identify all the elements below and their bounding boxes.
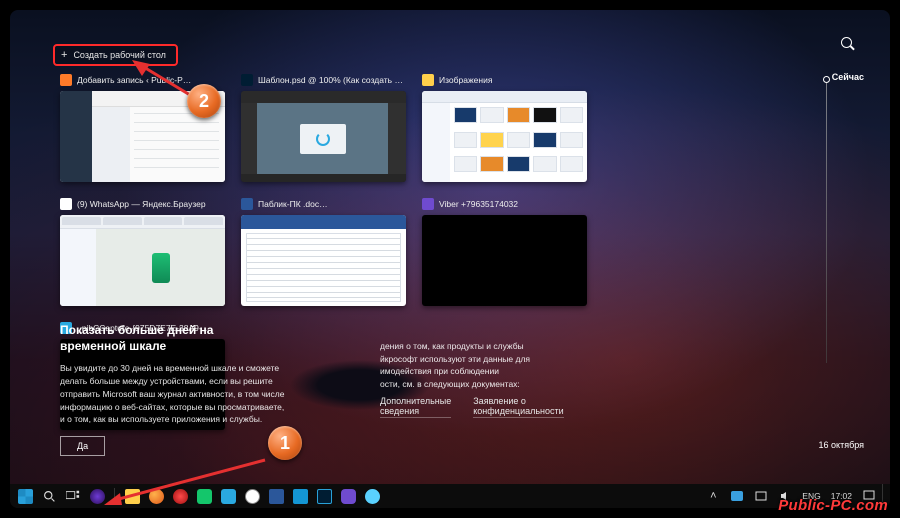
- task-tile-1[interactable]: Шаблон.psd @ 100% (Как создать несколь…: [241, 72, 406, 182]
- taskbar-app-9[interactable]: [289, 486, 311, 506]
- tray-network-icon[interactable]: [750, 486, 772, 506]
- tray-printer-icon[interactable]: [726, 486, 748, 506]
- plus-icon: +: [61, 50, 67, 61]
- prompt-link-more[interactable]: Дополнительные сведения: [380, 396, 451, 418]
- task-tile-2[interactable]: Изображения: [422, 72, 587, 182]
- tile-title: (9) WhatsApp — Яндекс.Браузер: [77, 199, 225, 209]
- prompt-link-privacy[interactable]: Заявление о конфиденциальности: [473, 396, 563, 418]
- photoshop-icon: [241, 74, 253, 86]
- timeline-axis[interactable]: [826, 83, 827, 363]
- yandex-icon: [60, 198, 72, 210]
- search-icon[interactable]: [840, 36, 856, 52]
- explorer-icon: [422, 74, 434, 86]
- taskbar-viber[interactable]: [337, 486, 359, 506]
- task-tile-3[interactable]: (9) WhatsApp — Яндекс.Браузер: [60, 196, 225, 306]
- annotation-badge-2: 2: [187, 84, 221, 118]
- word-icon: [241, 198, 253, 210]
- watermark: Public-PC.com: [778, 497, 888, 514]
- taskbar-app-12[interactable]: [361, 486, 383, 506]
- timeline-now-label: Сейчас: [832, 72, 864, 82]
- tile-title: Изображения: [439, 75, 587, 85]
- prompt-title: Показать больше дней на временной шкале: [60, 322, 260, 354]
- tile-title: Паблик-ПК .doc…: [258, 199, 406, 209]
- task-tile-4[interactable]: Паблик-ПК .doc…: [241, 196, 406, 306]
- timeline-date: 16 октября: [819, 440, 864, 450]
- timeline-dot[interactable]: [823, 76, 830, 83]
- tile-title: Шаблон.psd @ 100% (Как создать несколь…: [258, 75, 406, 85]
- viber-icon: [422, 198, 434, 210]
- annotation-arrow-1: [100, 455, 280, 508]
- prompt-yes-button[interactable]: Да: [60, 436, 105, 456]
- prompt-body-right: дения о том, как продукты и службы йкрос…: [380, 340, 590, 391]
- task-view-button[interactable]: [62, 486, 84, 506]
- search-button[interactable]: [38, 486, 60, 506]
- start-button[interactable]: [14, 486, 36, 506]
- taskbar-photoshop[interactable]: [313, 486, 335, 506]
- task-tile-5[interactable]: Viber +79635174032: [422, 196, 587, 306]
- firefox-icon: [60, 74, 72, 86]
- tile-title: Viber +79635174032: [439, 199, 587, 209]
- task-view-screen: + Создать рабочий стол Сейчас 16 октября…: [10, 10, 890, 508]
- annotation-badge-1: 1: [268, 426, 302, 460]
- tray-chevron-icon[interactable]: ˄: [702, 486, 724, 506]
